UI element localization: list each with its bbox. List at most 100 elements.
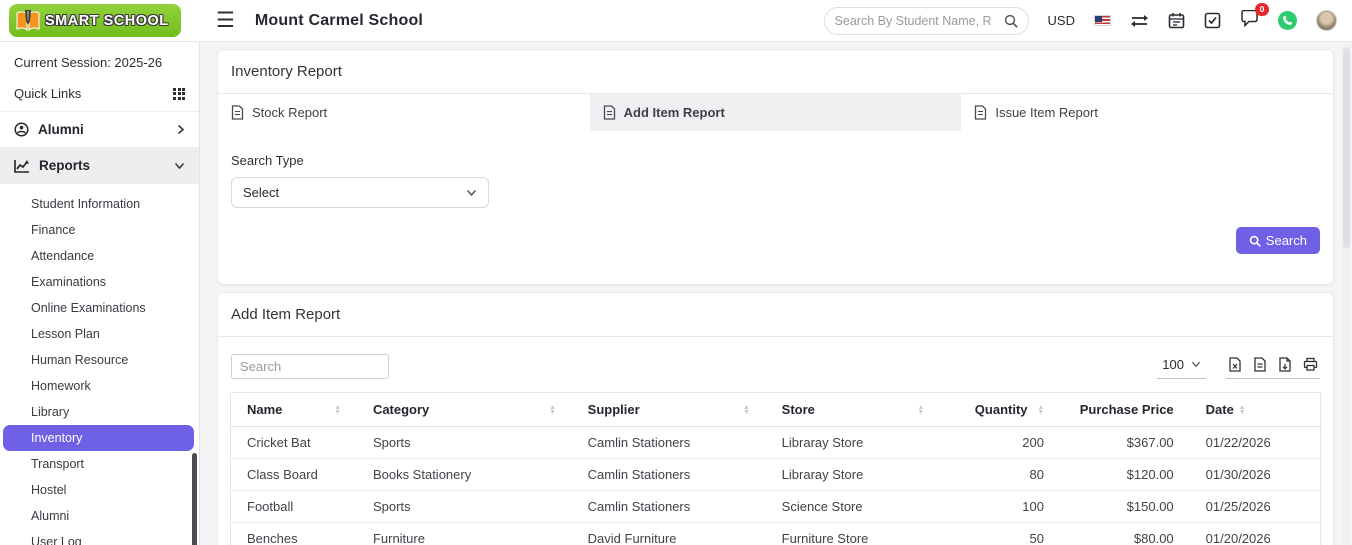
table-row: Cricket BatSportsCamlin StationersLibrar… — [231, 427, 1321, 459]
cell-quantity: 80 — [940, 459, 1060, 491]
swap-icon[interactable] — [1130, 14, 1149, 28]
tab-stock-report[interactable]: Stock Report — [218, 94, 590, 131]
currency-label[interactable]: USD — [1048, 13, 1075, 28]
cell-name: Cricket Bat — [231, 427, 357, 459]
quick-links-label: Quick Links — [14, 86, 81, 101]
cell-purchase-price: $367.00 — [1060, 427, 1190, 459]
sidebar-item-student-information[interactable]: Student Information — [0, 191, 199, 217]
cell-supplier: Camlin Stationers — [572, 459, 766, 491]
task-check-icon[interactable] — [1204, 12, 1221, 29]
chat-notifications[interactable]: 0 — [1240, 10, 1259, 32]
column-header-date[interactable]: Date▲▼ — [1190, 393, 1321, 427]
user-avatar[interactable] — [1316, 10, 1337, 31]
column-header-store[interactable]: Store▲▼ — [766, 393, 940, 427]
table-header-row: Name▲▼Category▲▼Supplier▲▼Store▲▼Quantit… — [231, 393, 1321, 427]
print-icon[interactable] — [1303, 357, 1318, 371]
sidebar-group-label: Reports — [39, 158, 90, 173]
column-header-supplier[interactable]: Supplier▲▼ — [572, 393, 766, 427]
cell-quantity: 200 — [940, 427, 1060, 459]
sidebar-item-user-log[interactable]: User Log — [0, 529, 199, 545]
sidebar-item-transport[interactable]: Transport — [0, 451, 199, 477]
items-table: Name▲▼Category▲▼Supplier▲▼Store▲▼Quantit… — [230, 392, 1321, 545]
book-pen-icon — [15, 9, 41, 33]
top-header: SMART SCHOOL ☰ Mount Carmel School USD — [0, 0, 1352, 42]
search-button[interactable]: Search — [1236, 227, 1320, 254]
search-icon — [1004, 14, 1018, 28]
page-scrollbar[interactable] — [1342, 44, 1351, 545]
sidebar-item-inventory[interactable]: Inventory — [3, 425, 194, 451]
tab-label: Add Item Report — [624, 105, 725, 120]
grid-icon — [173, 88, 185, 100]
sidebar-scrollbar[interactable] — [192, 453, 197, 545]
sidebar-item-online-examinations[interactable]: Online Examinations — [0, 295, 199, 321]
sidebar-item-attendance[interactable]: Attendance — [0, 243, 199, 269]
sidebar-group-label: Alumni — [38, 122, 84, 137]
student-search-input[interactable] — [835, 14, 1004, 28]
sort-icon: ▲▼ — [743, 405, 749, 415]
cell-name: Benches — [231, 523, 357, 545]
cell-date: 01/22/2026 — [1190, 427, 1321, 459]
cell-category: Furniture — [357, 523, 572, 545]
column-header-category[interactable]: Category▲▼ — [357, 393, 572, 427]
excel-export-icon[interactable] — [1228, 357, 1242, 372]
cell-store: Furniture Store — [766, 523, 940, 545]
hamburger-icon[interactable]: ☰ — [216, 10, 235, 31]
cell-quantity: 100 — [940, 491, 1060, 523]
sidebar-item-examinations[interactable]: Examinations — [0, 269, 199, 295]
table-body: Cricket BatSportsCamlin StationersLibrar… — [231, 427, 1321, 545]
table-row: Class BoardBooks StationeryCamlin Statio… — [231, 459, 1321, 491]
chevron-down-icon — [174, 162, 185, 170]
pdf-export-icon[interactable] — [1278, 357, 1292, 372]
cell-store: Libraray Store — [766, 459, 940, 491]
table-search-input[interactable] — [231, 354, 389, 379]
page-size-value: 100 — [1162, 357, 1184, 372]
column-header-name[interactable]: Name▲▼ — [231, 393, 357, 427]
main-content: Inventory Report Stock ReportAdd Item Re… — [200, 42, 1352, 545]
current-session-label: Current Session: 2025-26 — [0, 42, 199, 75]
search-type-select[interactable]: Select — [231, 177, 489, 208]
cell-category: Sports — [357, 491, 572, 523]
cell-date: 01/20/2026 — [1190, 523, 1321, 545]
cell-supplier: Camlin Stationers — [572, 491, 766, 523]
search-icon — [1249, 235, 1261, 247]
export-buttons — [1226, 357, 1320, 379]
cell-name: Class Board — [231, 459, 357, 491]
cell-date: 01/30/2026 — [1190, 459, 1321, 491]
sidebar-item-homework[interactable]: Homework — [0, 373, 199, 399]
cell-purchase-price: $80.00 — [1060, 523, 1190, 545]
search-type-label: Search Type — [231, 153, 1320, 168]
table-section-title: Add Item Report — [218, 293, 1333, 337]
tab-add-item-report[interactable]: Add Item Report — [590, 94, 962, 131]
sidebar-item-hostel[interactable]: Hostel — [0, 477, 199, 503]
quick-links[interactable]: Quick Links — [0, 75, 199, 112]
us-flag-icon[interactable] — [1094, 15, 1111, 26]
csv-export-icon[interactable] — [1253, 357, 1267, 372]
whatsapp-icon[interactable] — [1278, 11, 1297, 30]
column-header-quantity[interactable]: Quantity▲▼ — [940, 393, 1060, 427]
table-row: BenchesFurnitureDavid FurnitureFurniture… — [231, 523, 1321, 545]
table-row: FootballSportsCamlin StationersScience S… — [231, 491, 1321, 523]
sidebar-group-alumni[interactable]: Alumni — [0, 112, 199, 147]
sidebar-group-reports[interactable]: Reports — [0, 147, 199, 184]
cell-store: Libraray Store — [766, 427, 940, 459]
sidebar-item-alumni[interactable]: Alumni — [0, 503, 199, 529]
logo-text: SMART SCHOOL — [45, 13, 169, 29]
calendar-icon[interactable] — [1168, 12, 1185, 29]
logo-container[interactable]: SMART SCHOOL — [0, 4, 200, 37]
sidebar-item-library[interactable]: Library — [0, 399, 199, 425]
tab-issue-item-report[interactable]: Issue Item Report — [961, 94, 1333, 131]
cell-purchase-price: $150.00 — [1060, 491, 1190, 523]
sidebar-item-lesson-plan[interactable]: Lesson Plan — [0, 321, 199, 347]
sort-icon: ▲▼ — [335, 405, 341, 415]
chat-badge: 0 — [1255, 3, 1269, 16]
report-tabs: Stock Report Add Item Report Issue Item Re… — [218, 94, 1333, 131]
student-search-box[interactable] — [824, 7, 1029, 35]
document-icon — [974, 105, 987, 120]
sidebar-item-finance[interactable]: Finance — [0, 217, 199, 243]
cell-purchase-price: $120.00 — [1060, 459, 1190, 491]
inventory-report-card: Inventory Report Stock ReportAdd Item Re… — [217, 49, 1334, 285]
page-size-select[interactable]: 100 — [1157, 355, 1206, 379]
sidebar-item-human-resource[interactable]: Human Resource — [0, 347, 199, 373]
sort-icon: ▲▼ — [1038, 405, 1044, 415]
school-name-title: Mount Carmel School — [255, 12, 423, 30]
